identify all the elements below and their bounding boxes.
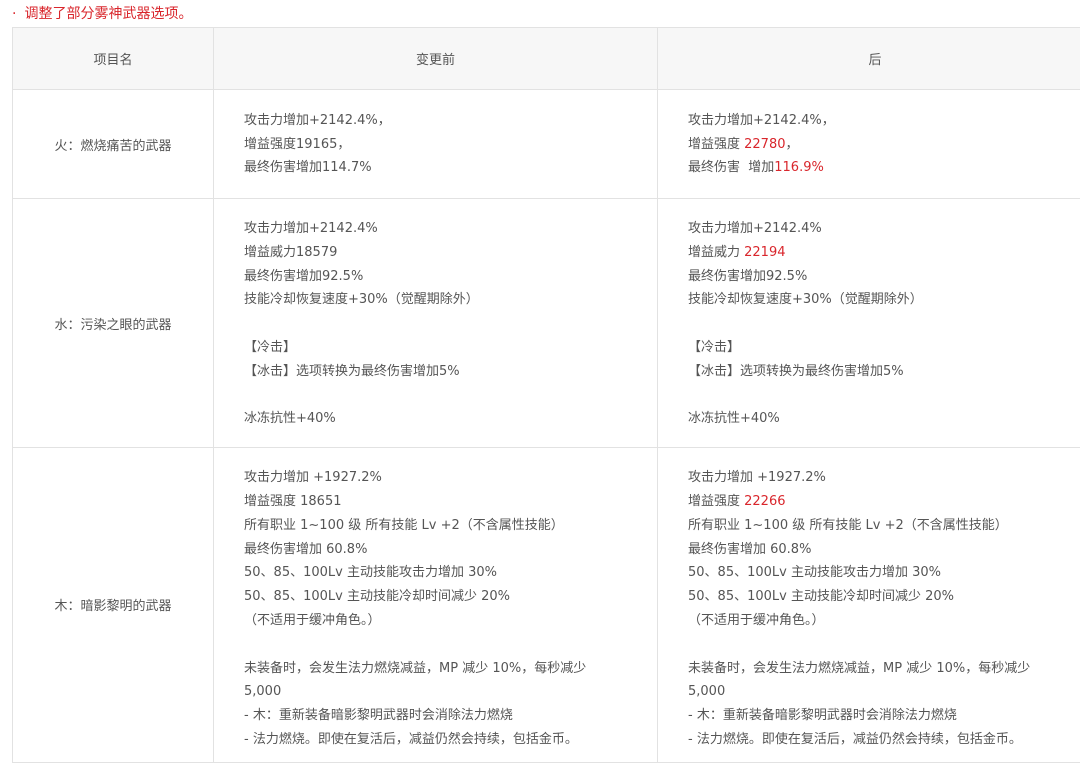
before-line: 50、85、100Lv 主动技能冷却时间减少 20% [244, 589, 510, 605]
after-cell: 攻击力增加+2142.4%， 增益强度 22780， 最终伤害 增加116.9% [657, 89, 1080, 199]
after-text: 增益强度 [688, 493, 745, 509]
table-row: 水：污染之眼的武器 攻击力增加+2142.4% 增益威力18579 最终伤害增加92.… [12, 197, 1080, 449]
notice-line: · 调整了部分雾神武器选项。 [12, 4, 192, 24]
after-text: ， [785, 136, 799, 152]
notice-text: 调整了部分雾神武器选项。 [24, 6, 193, 22]
after-text: 所有职业 1~100 级 所有技能 Lv +2（不含属性技能） [688, 517, 1008, 533]
after-text: 最终伤害增加 60.8% [688, 541, 812, 557]
changed-value: 22780 [744, 136, 786, 152]
after-line: 增益强度 22780， [688, 133, 1062, 157]
before-line: 5,000 [244, 684, 282, 700]
after-line: 攻击力增加+2142.4%， [688, 109, 1062, 133]
before-line: （不适用于缓冲角色。） [244, 612, 381, 628]
after-text: 50、85、100Lv 主动技能攻击力增加 30% [688, 565, 941, 581]
after-line: 攻击力增加+2142.4% [688, 217, 1062, 241]
after-line: 增益威力 22194 [688, 241, 1062, 265]
item-name-cell: 水：污染之眼的武器 [12, 197, 214, 449]
after-text: 50、85、100Lv 主动技能冷却时间减少 20% [688, 589, 954, 605]
after-text: 攻击力增加+2142.4% [688, 221, 822, 236]
after-line [688, 384, 1062, 408]
after-line: - 木：重新装备暗影黎明武器时会消除法力燃烧 [688, 704, 1062, 728]
after-line: 5,000 [688, 680, 1062, 704]
before-cell: 攻击力增加+2142.4% 增益威力18579 最终伤害增加92.5% 技能冷却恢复速… [213, 197, 658, 449]
header-item-name: 项目名 [12, 27, 214, 90]
before-line [244, 312, 627, 336]
before-line: - 木：重新装备暗影黎明武器时会消除法力燃烧 [244, 708, 513, 724]
before-line: 最终伤害增加114.7% [244, 160, 372, 176]
after-cell: 攻击力增加+2142.4% 增益威力 22194 最终伤害增加92.5% 技能冷却恢复… [657, 197, 1080, 449]
header-before: 变更前 [213, 27, 658, 90]
after-line: 技能冷却恢复速度+30%（觉醒期除外） [688, 288, 1062, 312]
after-line: 未装备时，会发生法力燃烧减益，MP 减少 10%，每秒减少 [688, 657, 1062, 681]
after-line: 最终伤害增加 60.8% [688, 538, 1062, 562]
after-line: 50、85、100Lv 主动技能攻击力增加 30% [688, 561, 1062, 585]
table-header-row: 项目名 变更前 后 [12, 27, 1080, 90]
after-line: 所有职业 1~100 级 所有技能 Lv +2（不含属性技能） [688, 514, 1062, 538]
after-text: 增益威力 [688, 244, 745, 260]
after-line: 攻击力增加 +1927.2% [688, 466, 1062, 490]
after-text: 最终伤害增加92.5% [688, 268, 808, 284]
after-line [688, 633, 1062, 657]
notice-bullet: · [12, 6, 17, 22]
before-line: 增益强度 18651 [244, 493, 342, 509]
after-line: （不适用于缓冲角色。） [688, 609, 1062, 633]
after-text: - 法力燃烧。即使在复活后，减益仍然会持续，包括金币。 [688, 731, 1022, 747]
after-text: （不适用于缓冲角色。） [688, 612, 825, 628]
before-line: - 法力燃烧。即使在复活后，减益仍然会持续，包括金币。 [244, 731, 578, 747]
after-text: 5,000 [688, 684, 726, 700]
before-line: 攻击力增加 +1927.2% [244, 470, 382, 486]
before-line: 增益强度19165， [244, 136, 351, 152]
after-text: 冰冻抗性+40% [688, 411, 780, 427]
table-row: 木：暗影黎明的武器 攻击力增加 +1927.2% 增益强度 18651 所有职业 1~… [12, 447, 1080, 763]
weapon-change-table: 项目名 变更前 后 火：燃烧痛苦的武器 攻击力增加+2142.4%， 增益强度191… [12, 27, 1080, 763]
after-line: 最终伤害 增加116.9% [688, 156, 1062, 180]
changed-value: 116.9% [774, 160, 824, 176]
before-line: 最终伤害增加 60.8% [244, 541, 368, 557]
after-text: 【冰击】选项转换为最终伤害增加5% [688, 363, 904, 379]
after-line: 50、85、100Lv 主动技能冷却时间减少 20% [688, 585, 1062, 609]
after-line: - 法力燃烧。即使在复活后，减益仍然会持续，包括金币。 [688, 728, 1062, 752]
after-line: 【冷击】 [688, 336, 1062, 360]
after-text: 未装备时，会发生法力燃烧减益，MP 减少 10%，每秒减少 [688, 660, 1031, 676]
item-name-cell: 木：暗影黎明的武器 [12, 447, 214, 763]
changed-value: 22266 [744, 493, 786, 509]
after-line: 增益强度 22266 [688, 490, 1062, 514]
before-line: 50、85、100Lv 主动技能攻击力增加 30% [244, 565, 497, 581]
after-line: 冰冻抗性+40% [688, 407, 1062, 431]
after-line: 【冰击】选项转换为最终伤害增加5% [688, 360, 1062, 384]
header-after: 后 [657, 27, 1080, 90]
item-name-cell: 火：燃烧痛苦的武器 [12, 89, 214, 199]
after-text: 攻击力增加 +1927.2% [688, 470, 826, 486]
after-text: 增益强度 [688, 136, 745, 152]
after-text: - 木：重新装备暗影黎明武器时会消除法力燃烧 [688, 708, 957, 724]
before-line: 增益威力18579 [244, 244, 338, 260]
before-line: 攻击力增加+2142.4%， [244, 112, 391, 128]
before-line: 冰冻抗性+40% [244, 411, 336, 427]
after-text: 【冷击】 [688, 339, 741, 355]
before-line: 所有职业 1~100 级 所有技能 Lv +2（不含属性技能） [244, 517, 564, 533]
after-text: 最终伤害 增加 [688, 160, 775, 176]
after-line [688, 312, 1062, 336]
before-line: 技能冷却恢复速度+30%（觉醒期除外） [244, 292, 479, 308]
after-text: 技能冷却恢复速度+30%（觉醒期除外） [688, 292, 923, 308]
before-line: 未装备时，会发生法力燃烧减益，MP 减少 10%，每秒减少 [244, 660, 587, 676]
changed-value: 22194 [744, 244, 786, 260]
table-row: 火：燃烧痛苦的武器 攻击力增加+2142.4%， 增益强度19165， 最终伤害增加1… [12, 89, 1080, 199]
before-line: 最终伤害增加92.5% [244, 268, 364, 284]
before-line [244, 384, 627, 408]
after-cell: 攻击力增加 +1927.2% 增益强度 22266 所有职业 1~100 级 所有技… [657, 447, 1080, 763]
before-line: 【冰击】选项转换为最终伤害增加5% [244, 363, 460, 379]
before-line: 攻击力增加+2142.4% [244, 221, 378, 236]
before-line: 【冷击】 [244, 339, 297, 355]
before-line [244, 633, 627, 657]
after-line: 最终伤害增加92.5% [688, 265, 1062, 289]
before-cell: 攻击力增加 +1927.2% 增益强度 18651 所有职业 1~100 级 所有技… [213, 447, 658, 763]
before-cell: 攻击力增加+2142.4%， 增益强度19165， 最终伤害增加114.7% [213, 89, 658, 199]
after-text: 攻击力增加+2142.4%， [688, 112, 835, 128]
